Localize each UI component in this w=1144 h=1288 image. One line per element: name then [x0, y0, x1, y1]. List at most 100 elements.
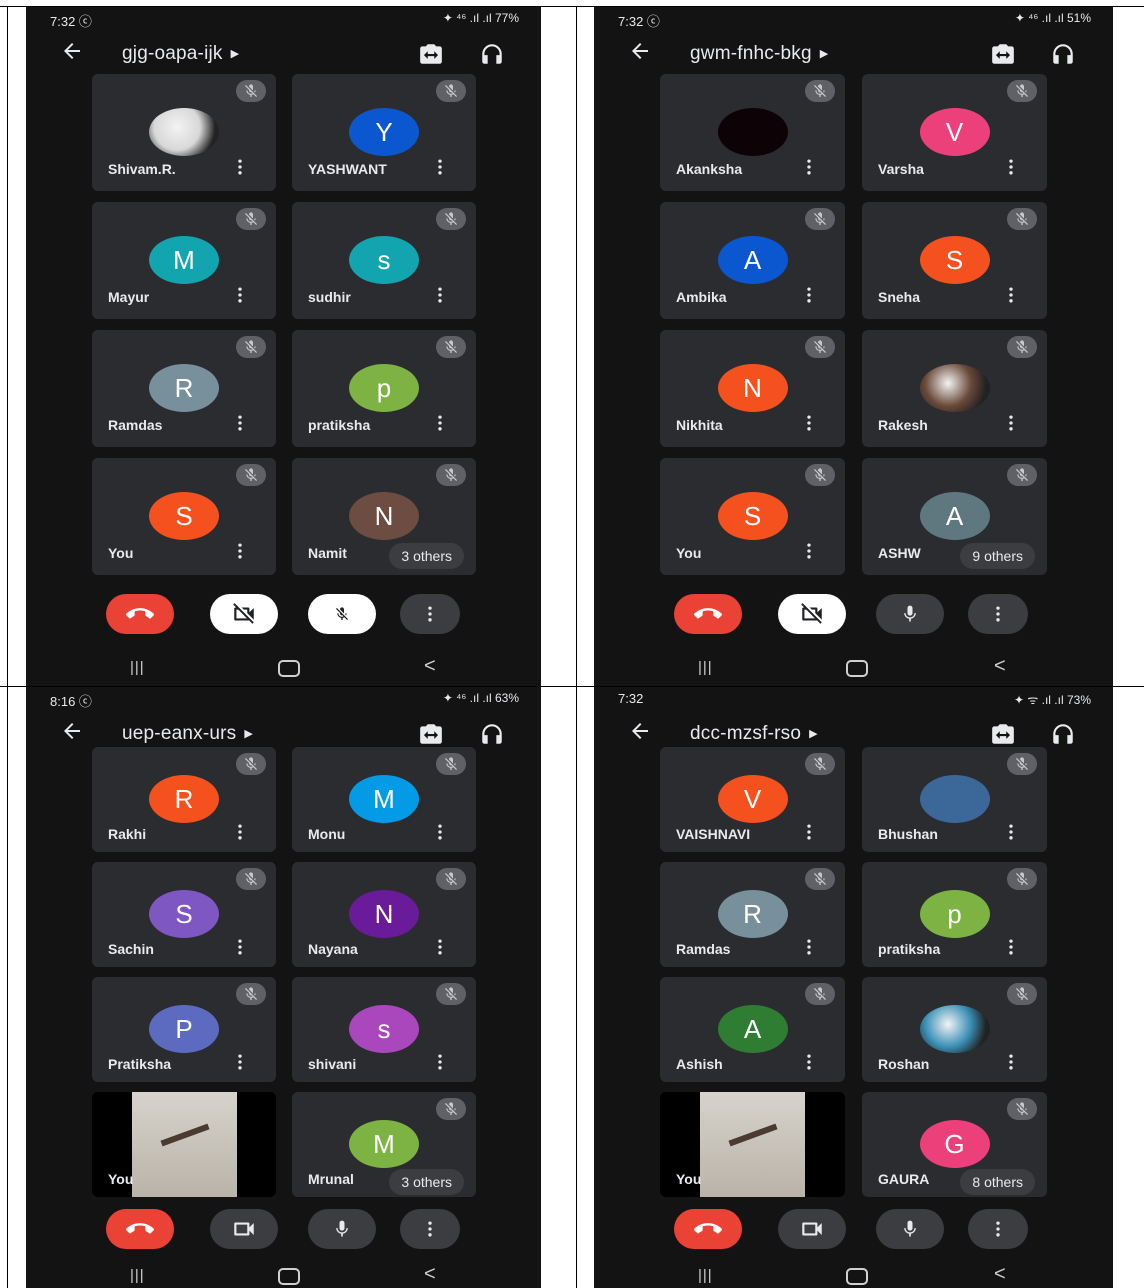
- back-arrow-icon[interactable]: [60, 719, 84, 750]
- switch-camera-icon[interactable]: [418, 41, 444, 67]
- back-arrow-icon[interactable]: [60, 39, 84, 70]
- participant-tile[interactable]: V VAISHNAVI: [660, 747, 845, 852]
- camera-toggle-button[interactable]: [210, 594, 278, 634]
- participant-tile[interactable]: M Mrunal 3 others: [292, 1092, 476, 1197]
- headphones-icon[interactable]: [479, 41, 505, 67]
- more-vert-icon[interactable]: [230, 541, 250, 566]
- recents-nav-button[interactable]: |||: [130, 1267, 145, 1284]
- more-vert-icon[interactable]: [430, 157, 450, 182]
- more-vert-icon[interactable]: [230, 822, 250, 847]
- participant-tile[interactable]: s shivani: [292, 977, 476, 1082]
- participant-tile[interactable]: Shivam.R.: [92, 74, 276, 191]
- participant-tile[interactable]: p pratiksha: [862, 862, 1047, 967]
- headphones-icon[interactable]: [1050, 721, 1076, 747]
- participant-tile[interactable]: s sudhir: [292, 202, 476, 319]
- headphones-icon[interactable]: [479, 721, 505, 747]
- participant-tile[interactable]: A Ashish: [660, 977, 845, 1082]
- back-arrow-icon[interactable]: [628, 719, 652, 750]
- recents-nav-button[interactable]: |||: [130, 659, 145, 676]
- more-vert-icon[interactable]: [1001, 1052, 1021, 1077]
- back-nav-button[interactable]: <: [424, 1263, 436, 1286]
- meeting-code[interactable]: gwm-fnhc-bkg ▶: [690, 43, 828, 65]
- headphones-icon[interactable]: [1050, 41, 1076, 67]
- more-vert-icon[interactable]: [230, 157, 250, 182]
- end-call-button[interactable]: [106, 1209, 174, 1249]
- more-vert-icon[interactable]: [230, 285, 250, 310]
- camera-toggle-button[interactable]: [778, 1209, 846, 1249]
- more-vert-icon[interactable]: [799, 157, 819, 182]
- back-arrow-icon[interactable]: [628, 39, 652, 70]
- more-vert-icon[interactable]: [799, 822, 819, 847]
- self-video-tile[interactable]: You: [92, 1092, 276, 1197]
- participant-tile[interactable]: V Varsha: [862, 74, 1047, 191]
- participant-tile[interactable]: A ASHW 9 others: [862, 458, 1047, 575]
- participant-tile[interactable]: M Mayur: [92, 202, 276, 319]
- back-nav-button[interactable]: <: [424, 655, 436, 678]
- others-count-badge[interactable]: 8 others: [960, 1169, 1035, 1195]
- home-nav-button[interactable]: [846, 660, 868, 677]
- more-options-button[interactable]: [400, 594, 460, 634]
- switch-camera-icon[interactable]: [418, 721, 444, 747]
- more-vert-icon[interactable]: [230, 413, 250, 438]
- participant-tile[interactable]: R Ramdas: [92, 330, 276, 447]
- others-count-badge[interactable]: 3 others: [389, 1169, 464, 1195]
- recents-nav-button[interactable]: |||: [698, 1267, 713, 1284]
- participant-tile[interactable]: M Monu: [292, 747, 476, 852]
- end-call-button[interactable]: [674, 1209, 742, 1249]
- others-count-badge[interactable]: 3 others: [389, 543, 464, 569]
- meeting-code[interactable]: gjg-oapa-ijk ▶: [122, 43, 239, 65]
- more-vert-icon[interactable]: [430, 285, 450, 310]
- recents-nav-button[interactable]: |||: [698, 659, 713, 676]
- meeting-code[interactable]: uep-eanx-urs ▶: [122, 723, 253, 745]
- back-nav-button[interactable]: <: [994, 655, 1006, 678]
- home-nav-button[interactable]: [846, 1268, 868, 1285]
- more-vert-icon[interactable]: [799, 285, 819, 310]
- more-vert-icon[interactable]: [1001, 822, 1021, 847]
- participant-tile[interactable]: S You: [92, 458, 276, 575]
- participant-tile[interactable]: S You: [660, 458, 845, 575]
- switch-camera-icon[interactable]: [990, 721, 1016, 747]
- more-vert-icon[interactable]: [430, 413, 450, 438]
- camera-toggle-button[interactable]: [778, 594, 846, 634]
- participant-tile[interactable]: N Namit 3 others: [292, 458, 476, 575]
- camera-toggle-button[interactable]: [210, 1209, 278, 1249]
- mic-toggle-button[interactable]: [876, 1209, 944, 1249]
- mic-toggle-button[interactable]: [308, 1209, 376, 1249]
- switch-camera-icon[interactable]: [990, 41, 1016, 67]
- others-count-badge[interactable]: 9 others: [960, 543, 1035, 569]
- more-vert-icon[interactable]: [230, 937, 250, 962]
- self-video-tile[interactable]: You: [660, 1092, 845, 1197]
- mic-toggle-button[interactable]: [876, 594, 944, 634]
- end-call-button[interactable]: [674, 594, 742, 634]
- participant-tile[interactable]: R Rakhi: [92, 747, 276, 852]
- more-options-button[interactable]: [968, 594, 1028, 634]
- more-vert-icon[interactable]: [430, 822, 450, 847]
- participant-tile[interactable]: P Pratiksha: [92, 977, 276, 1082]
- more-options-button[interactable]: [400, 1209, 460, 1249]
- home-nav-button[interactable]: [278, 660, 300, 677]
- participant-tile[interactable]: Rakesh: [862, 330, 1047, 447]
- participant-tile[interactable]: R Ramdas: [660, 862, 845, 967]
- participant-tile[interactable]: G GAURA 8 others: [862, 1092, 1047, 1197]
- participant-tile[interactable]: Roshan: [862, 977, 1047, 1082]
- participant-tile[interactable]: N Nayana: [292, 862, 476, 967]
- more-vert-icon[interactable]: [1001, 937, 1021, 962]
- more-vert-icon[interactable]: [799, 541, 819, 566]
- more-vert-icon[interactable]: [799, 1052, 819, 1077]
- more-vert-icon[interactable]: [430, 1052, 450, 1077]
- mic-toggle-button[interactable]: [308, 594, 376, 634]
- participant-tile[interactable]: Bhushan: [862, 747, 1047, 852]
- more-vert-icon[interactable]: [430, 937, 450, 962]
- back-nav-button[interactable]: <: [994, 1263, 1006, 1286]
- home-nav-button[interactable]: [278, 1268, 300, 1285]
- participant-tile[interactable]: Akanksha: [660, 74, 845, 191]
- more-vert-icon[interactable]: [1001, 285, 1021, 310]
- participant-tile[interactable]: N Nikhita: [660, 330, 845, 447]
- participant-tile[interactable]: Y YASHWANT: [292, 74, 476, 191]
- more-vert-icon[interactable]: [799, 413, 819, 438]
- more-vert-icon[interactable]: [230, 1052, 250, 1077]
- more-vert-icon[interactable]: [1001, 413, 1021, 438]
- more-options-button[interactable]: [968, 1209, 1028, 1249]
- participant-tile[interactable]: A Ambika: [660, 202, 845, 319]
- participant-tile[interactable]: p pratiksha: [292, 330, 476, 447]
